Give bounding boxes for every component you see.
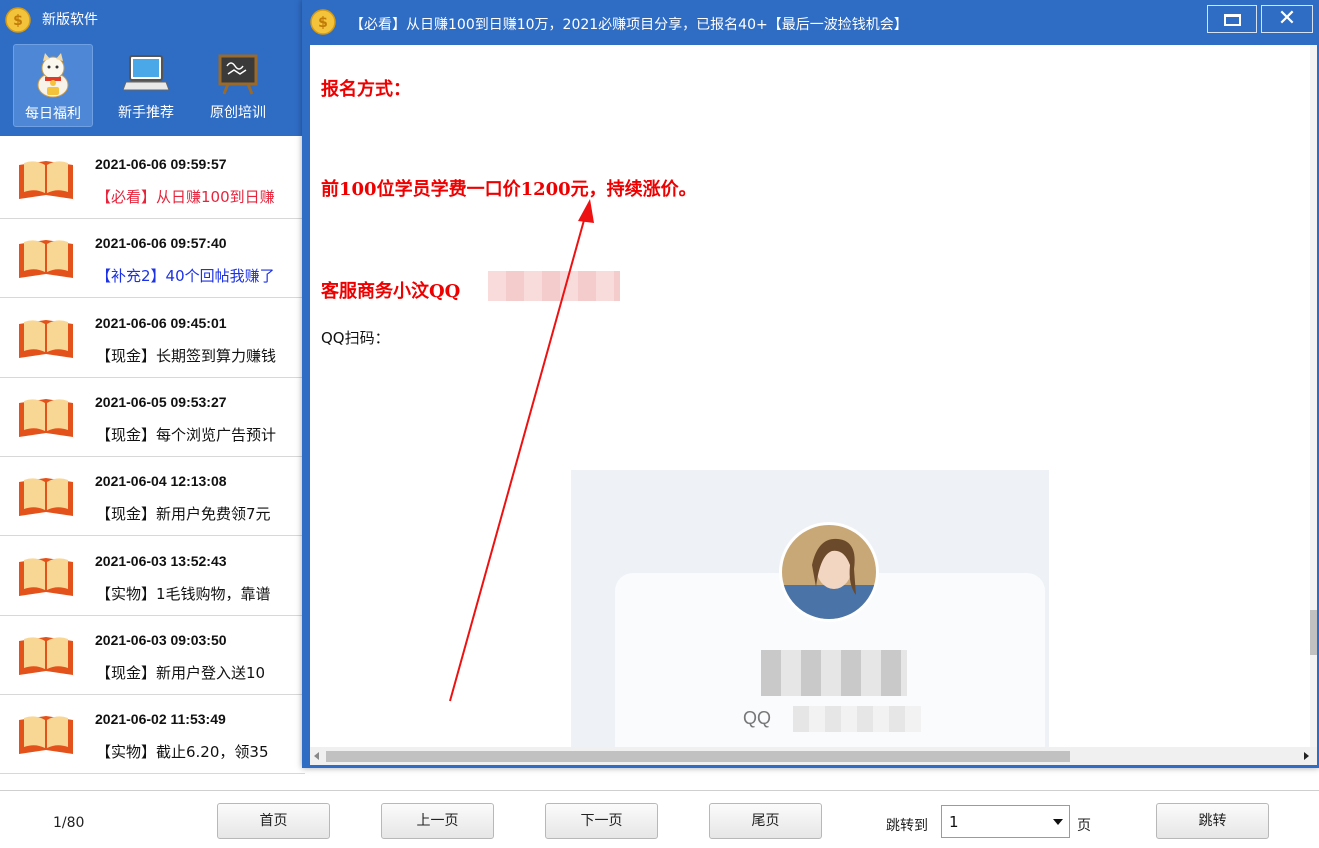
maximize-icon: [1224, 14, 1241, 26]
first-page-button[interactable]: 首页: [217, 803, 330, 839]
blurred-qq-id: [793, 706, 921, 732]
news-title[interactable]: 【实物】1毛钱购物，靠谱: [96, 583, 271, 604]
page-select[interactable]: 1: [941, 805, 1070, 838]
book-icon: [19, 399, 73, 437]
news-date: 2021-06-05 09:53:27: [95, 394, 227, 410]
toolbar-newbie-recommend[interactable]: 新手推荐: [106, 44, 186, 127]
toolbar: 每日福利 新手推荐 原创培训: [0, 38, 320, 136]
avatar: [779, 522, 879, 622]
jump-label: 跳转到: [886, 818, 928, 834]
page-select-value: 1: [949, 813, 959, 831]
news-title[interactable]: 【实物】截止6.20，领35: [96, 741, 269, 762]
chevron-down-icon[interactable]: [1053, 819, 1063, 825]
vertical-scroll-thumb[interactable]: [1310, 610, 1317, 655]
vertical-scrollbar[interactable]: [1310, 45, 1317, 747]
news-title[interactable]: 【现金】长期签到算力赚钱: [96, 345, 276, 366]
list-item[interactable]: 2021-06-03 13:52:43 【实物】1毛钱购物，靠谱: [0, 537, 305, 616]
close-icon: ✕: [1277, 6, 1297, 31]
pagination-bar: 1/80 首页 上一页 下一页 尾页 跳转到 1 页 跳转: [0, 790, 1319, 848]
book-icon: [19, 478, 73, 516]
next-page-button[interactable]: 下一页: [545, 803, 658, 839]
last-page-button[interactable]: 尾页: [709, 803, 822, 839]
news-list: 2021-06-06 09:59:57 【必看】从日赚100到日赚 2021-06-…: [0, 140, 305, 776]
svg-text:$: $: [13, 13, 23, 29]
page-unit: 页: [1077, 818, 1091, 834]
news-title[interactable]: 【必看】从日赚100到日赚: [96, 186, 275, 207]
news-date: 2021-06-02 11:53:49: [95, 711, 226, 727]
news-date: 2021-06-06 09:59:57: [95, 156, 227, 172]
qq-scan-label: QQ扫码：: [321, 329, 390, 347]
book-icon: [19, 716, 73, 754]
jump-button[interactable]: 跳转: [1156, 803, 1269, 839]
list-item[interactable]: 2021-06-06 09:57:40 【补充2】40个回帖我赚了: [0, 219, 305, 298]
book-icon: [19, 320, 73, 358]
qq-qr-card: QQ: [571, 470, 1049, 765]
news-date: 2021-06-06 09:45:01: [95, 315, 227, 331]
page-info: 1/80: [53, 815, 85, 831]
coin-logo-icon: $: [5, 7, 31, 33]
svg-text:$: $: [318, 15, 328, 31]
toolbar-label: 新手推荐: [118, 105, 174, 121]
list-item[interactable]: 2021-06-05 09:53:27 【现金】每个浏览广告预计: [0, 378, 305, 457]
book-icon: [19, 240, 73, 278]
maximize-button[interactable]: [1207, 5, 1257, 33]
horizontal-scroll-thumb[interactable]: [326, 751, 1070, 762]
popup-title: 【必看】从日赚100到日赚10万，2021必赚项目分享，已报名40+【最后一波捡…: [350, 17, 908, 33]
scroll-left-icon[interactable]: [314, 752, 319, 760]
news-date: 2021-06-03 13:52:43: [95, 553, 227, 569]
close-button[interactable]: ✕: [1261, 5, 1313, 33]
chalkboard-icon: [218, 54, 258, 95]
news-title[interactable]: 【现金】每个浏览广告预计: [96, 424, 276, 445]
book-icon: [19, 558, 73, 596]
news-title[interactable]: 【现金】新用户登入送10: [96, 662, 265, 683]
list-item[interactable]: 2021-06-06 09:45:01 【现金】长期签到算力赚钱: [0, 299, 305, 378]
news-date: 2021-06-04 12:13:08: [95, 473, 227, 489]
app-title: 新版软件: [42, 12, 98, 28]
article-popup: $ 【必看】从日赚100到日赚10万，2021必赚项目分享，已报名40+【最后一…: [302, 0, 1319, 768]
book-icon: [19, 637, 73, 675]
news-title[interactable]: 【补充2】40个回帖我赚了: [96, 265, 275, 286]
blurred-nickname: [761, 650, 907, 696]
article-content: 报名方式： 前100位学员学费一口价1200元，持续涨价。 客服商务小汶QQ Q…: [310, 45, 1317, 765]
prev-page-button[interactable]: 上一页: [381, 803, 494, 839]
news-date: 2021-06-03 09:03:50: [95, 632, 227, 648]
list-item[interactable]: 2021-06-04 12:13:08 【现金】新用户免费领7元: [0, 457, 305, 536]
toolbar-label: 每日福利: [25, 106, 81, 122]
horizontal-scrollbar[interactable]: [310, 747, 1317, 765]
toolbar-original-training[interactable]: 原创培训: [198, 44, 278, 127]
lucky-cat-icon: [37, 53, 69, 98]
laptop-icon: [123, 55, 169, 91]
signup-heading: 报名方式：: [321, 79, 411, 100]
list-item[interactable]: 2021-06-02 11:53:49 【实物】截止6.20，领35: [0, 695, 305, 774]
list-item[interactable]: 2021-06-03 09:03:50 【现金】新用户登入送10: [0, 616, 305, 695]
toolbar-label: 原创培训: [210, 105, 266, 121]
book-icon: [19, 161, 73, 199]
scroll-right-icon[interactable]: [1304, 752, 1309, 760]
news-title[interactable]: 【现金】新用户免费领7元: [96, 503, 271, 524]
coin-logo-icon: $: [310, 9, 336, 35]
list-item[interactable]: 2021-06-06 09:59:57 【必看】从日赚100到日赚: [0, 140, 305, 219]
news-date: 2021-06-06 09:57:40: [95, 235, 227, 251]
qq-label: QQ: [743, 708, 772, 728]
toolbar-daily-welfare[interactable]: 每日福利: [13, 44, 93, 127]
